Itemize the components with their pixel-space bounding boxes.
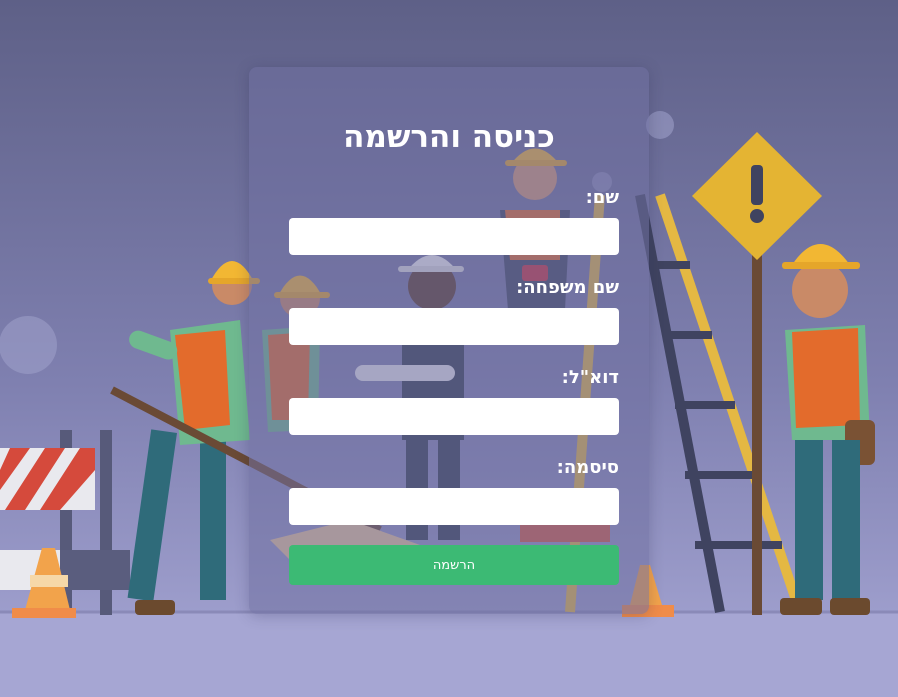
- email-label: דוא"ל:: [561, 367, 619, 388]
- registration-card: כניסה והרשמה שם: שם משפחה: דוא"ל: סיסמה:…: [249, 67, 649, 614]
- last-name-label: שם משפחה:: [516, 277, 619, 298]
- email-input[interactable]: [289, 398, 619, 435]
- bubble-decoration: [0, 316, 57, 374]
- password-input[interactable]: [289, 488, 619, 525]
- first-name-label: שם:: [585, 187, 619, 208]
- first-name-input[interactable]: [289, 218, 619, 255]
- password-label: סיסמה:: [556, 457, 619, 478]
- form-title: כניסה והרשמה: [343, 119, 555, 155]
- last-name-input[interactable]: [289, 308, 619, 345]
- register-button[interactable]: הרשמה: [289, 545, 619, 585]
